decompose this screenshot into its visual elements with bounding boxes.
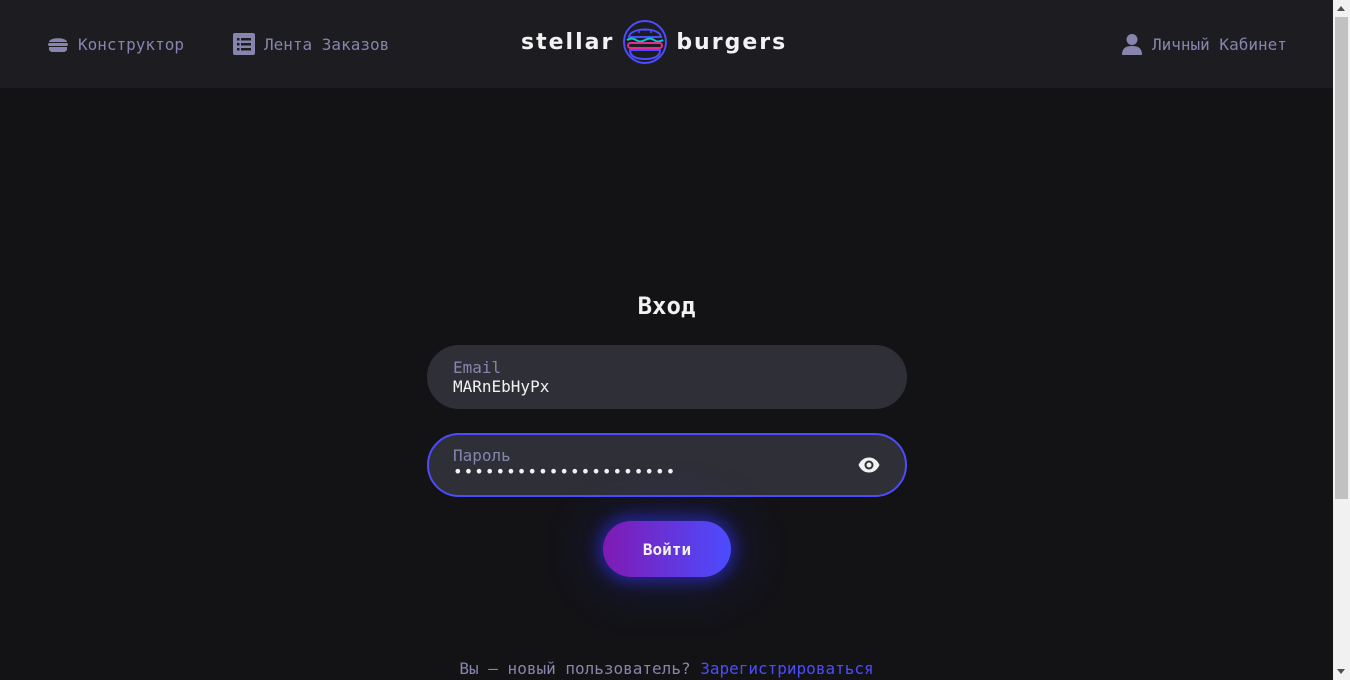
stellar-burgers-logo[interactable]: stellar burgers [521,18,813,66]
register-link[interactable]: Зарегистрироваться [700,659,873,678]
email-label: Email [453,358,502,377]
email-input[interactable] [453,377,833,396]
scrollbar-thumb[interactable] [1335,17,1348,499]
logo-text-left: stellar [521,29,615,55]
logo-text-right: burgers [676,29,788,55]
nav-feed-label: Лента Заказов [264,34,390,54]
nav-account-label: Личный Кабинет [1152,34,1287,54]
login-button[interactable]: Войти [603,521,731,577]
password-input[interactable]: ••••••••••••••••••••• [453,462,833,481]
list-icon [232,32,256,56]
vertical-scrollbar[interactable] [1333,0,1350,680]
nav-feed-link[interactable]: Лента Заказов [232,0,389,88]
page: Конструктор Лента Заказов stellar burger… [0,0,1350,680]
nav-constructor-label: Конструктор [78,34,184,54]
burger-logo-icon [623,20,668,64]
email-field[interactable]: Email [427,345,907,409]
scroll-up-icon[interactable] [1337,6,1345,11]
scroll-down-icon[interactable] [1337,669,1345,674]
profile-icon [1120,32,1144,56]
app-header: Конструктор Лента Заказов stellar burger… [0,0,1333,88]
page-title: Вход [637,292,696,320]
password-field[interactable]: Пароль ••••••••••••••••••••• [427,433,907,497]
burger-icon [46,32,70,56]
nav-account-link[interactable]: Личный Кабинет [1120,0,1287,88]
register-prompt: Вы — новый пользователь? Зарегистрироват… [0,659,1333,678]
register-prompt-text: Вы — новый пользователь? [459,659,691,678]
nav-constructor-link[interactable]: Конструктор [46,0,184,88]
eye-icon[interactable] [857,453,881,477]
